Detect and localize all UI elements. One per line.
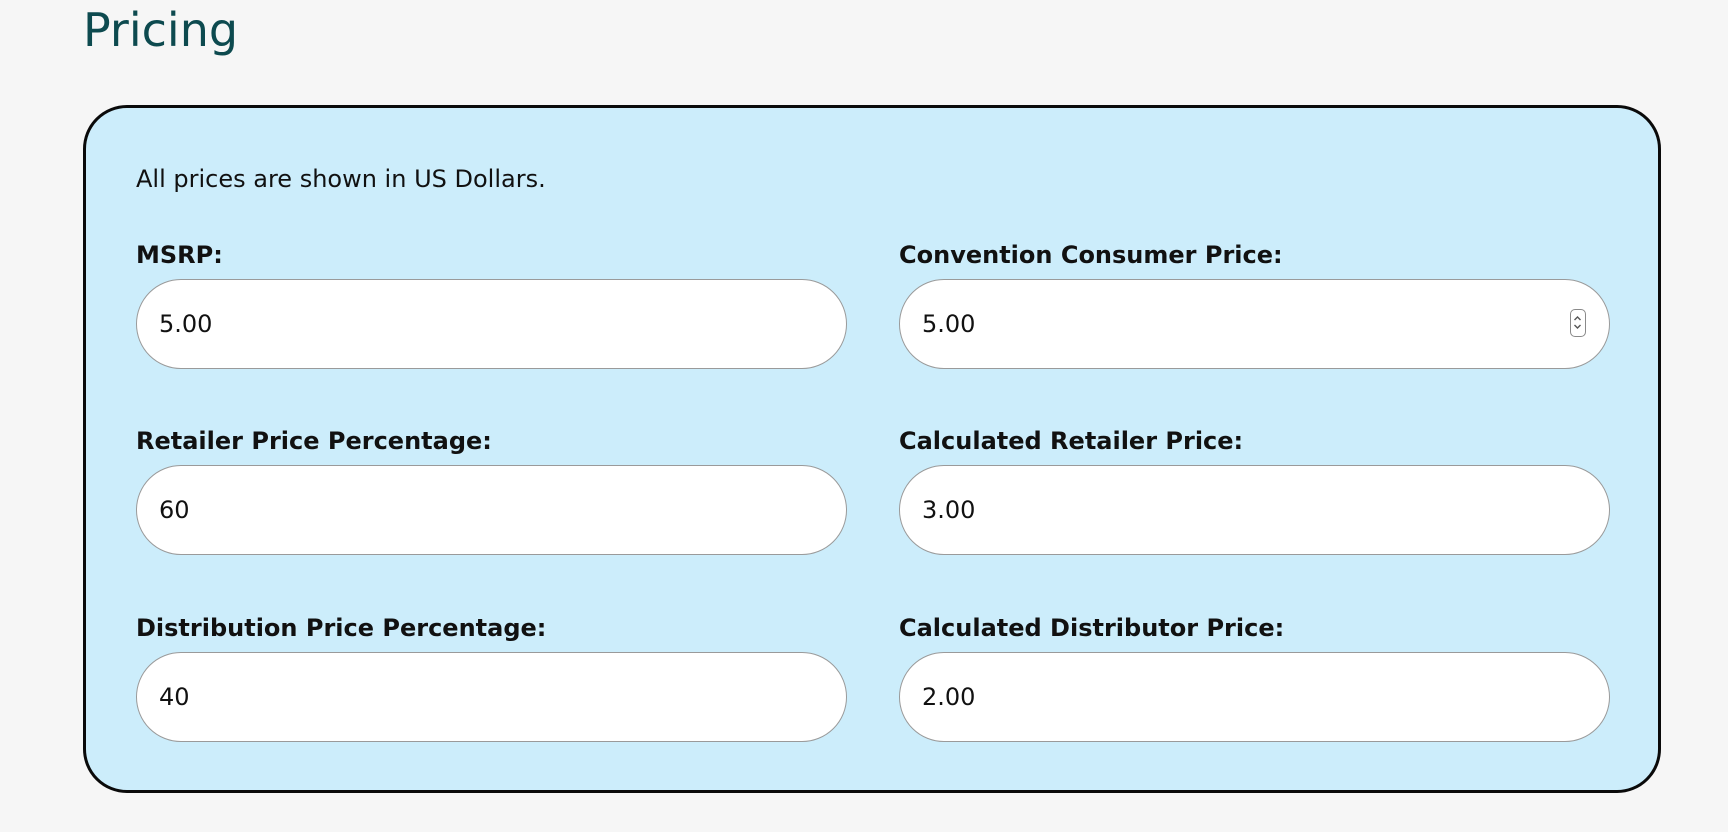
calculated-distributor-price-label: Calculated Distributor Price: [899, 614, 1285, 642]
convention-consumer-price-input[interactable] [899, 279, 1610, 369]
retailer-price-percentage-input[interactable] [136, 465, 847, 555]
convention-consumer-price-wrap [899, 279, 1610, 369]
retailer-price-percentage-field-group: Retailer Price Percentage: [136, 426, 847, 555]
pricing-page: Pricing All prices are shown in US Dolla… [0, 0, 1728, 832]
convention-consumer-price-field-group: Convention Consumer Price: [899, 240, 1610, 369]
msrp-input[interactable] [136, 279, 847, 369]
distribution-price-percentage-field-group: Distribution Price Percentage: [136, 613, 847, 742]
currency-note: All prices are shown in US Dollars. [136, 165, 546, 193]
calculated-retailer-price-field-group: Calculated Retailer Price: [899, 426, 1610, 555]
msrp-field-group: MSRP: [136, 240, 847, 369]
convention-consumer-price-label: Convention Consumer Price: [899, 241, 1283, 269]
distribution-price-percentage-label: Distribution Price Percentage: [136, 614, 547, 642]
page-title: Pricing [83, 3, 239, 57]
pricing-panel: All prices are shown in US Dollars. MSRP… [83, 105, 1661, 793]
calculated-distributor-price-input[interactable] [899, 652, 1610, 742]
spinner-arrows-icon[interactable] [1570, 309, 1586, 337]
msrp-label: MSRP: [136, 241, 223, 269]
retailer-price-percentage-label: Retailer Price Percentage: [136, 427, 492, 455]
calculated-retailer-price-label: Calculated Retailer Price: [899, 427, 1244, 455]
calculated-distributor-price-field-group: Calculated Distributor Price: [899, 613, 1610, 742]
calculated-retailer-price-input[interactable] [899, 465, 1610, 555]
distribution-price-percentage-input[interactable] [136, 652, 847, 742]
